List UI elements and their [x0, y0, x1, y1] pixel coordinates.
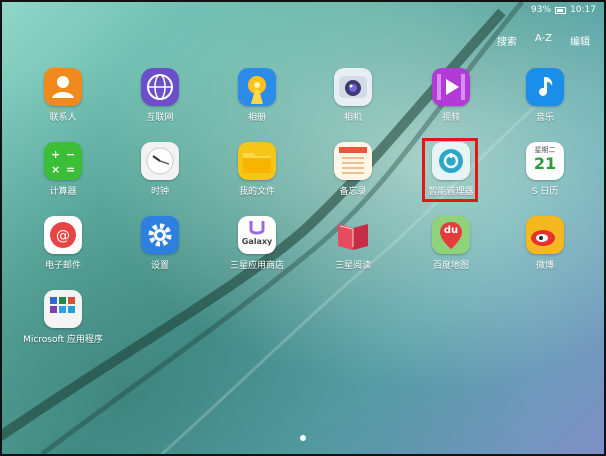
- smart-manager-highlight: [422, 138, 478, 202]
- calendar-day: 21: [533, 154, 557, 173]
- search-button[interactable]: 搜索: [497, 33, 517, 48]
- galaxy-store-wordmark: Galaxy: [241, 237, 273, 246]
- camera-icon: [334, 68, 372, 106]
- sort-az-button[interactable]: A-Z: [535, 33, 552, 48]
- contacts-icon: [44, 68, 82, 106]
- app-calculator[interactable]: + − × = 计算器: [18, 142, 108, 197]
- app-internet[interactable]: 互联网: [115, 68, 205, 123]
- settings-gear-icon: [141, 216, 179, 254]
- app-settings[interactable]: 设置: [115, 216, 205, 271]
- calendar-icon: 星期二 21: [526, 142, 564, 180]
- app-microsoft-folder[interactable]: Microsoft 应用程序: [18, 290, 108, 345]
- clock-time: 10:17: [570, 5, 596, 15]
- app-music[interactable]: 音乐: [500, 68, 590, 123]
- folder-icon: [238, 142, 276, 180]
- svg-text:@: @: [56, 228, 70, 244]
- app-samsung-reader[interactable]: 三星阅读: [308, 216, 398, 271]
- app-memo[interactable]: 备忘录: [308, 142, 398, 197]
- svg-text:−: −: [66, 148, 75, 161]
- home-screen: 93% 10:17 搜索 A-Z 编辑 联系人 互联网 相册 相机 视频 音乐 …: [0, 0, 606, 456]
- calculator-icon: + − × =: [44, 142, 82, 180]
- memo-notepad-icon: [334, 142, 372, 180]
- app-camera[interactable]: 相机: [308, 68, 398, 123]
- app-weibo[interactable]: 微博: [500, 216, 590, 271]
- app-clock[interactable]: 时钟: [115, 142, 205, 197]
- page-indicator-dot[interactable]: [300, 435, 306, 441]
- book-reader-icon: [334, 216, 372, 254]
- galaxy-store-icon: Galaxy: [238, 216, 276, 254]
- edit-button[interactable]: 编辑: [570, 33, 590, 48]
- app-s-calendar[interactable]: 星期二 21 S 日历: [500, 142, 590, 197]
- video-play-icon: [432, 68, 470, 106]
- status-bar: 93% 10:17: [531, 5, 596, 15]
- microsoft-apps-folder-icon: [44, 290, 82, 328]
- battery-icon: [555, 6, 567, 14]
- app-gallery[interactable]: 相册: [212, 68, 302, 123]
- internet-globe-icon: [141, 68, 179, 106]
- gallery-flower-icon: [238, 68, 276, 106]
- app-email[interactable]: @ 电子邮件: [18, 216, 108, 271]
- svg-text:×: ×: [51, 163, 60, 176]
- email-at-icon: @: [44, 216, 82, 254]
- map-pin-icon: du: [432, 216, 470, 254]
- app-galaxy-store[interactable]: Galaxy 三星应用商店: [212, 216, 302, 271]
- weibo-icon: [526, 216, 564, 254]
- app-video[interactable]: 视频: [406, 68, 496, 123]
- app-baidu-maps[interactable]: du 百度地图: [406, 216, 496, 271]
- music-note-icon: [526, 68, 564, 106]
- battery-level: 93%: [531, 5, 552, 15]
- baidu-logo-text: du: [443, 225, 459, 236]
- app-contacts[interactable]: 联系人: [18, 68, 108, 123]
- top-menu: 搜索 A-Z 编辑: [497, 33, 590, 48]
- clock-icon: [141, 142, 179, 180]
- svg-text:=: =: [66, 163, 75, 176]
- svg-text:+: +: [51, 148, 60, 161]
- app-my-files[interactable]: 我的文件: [212, 142, 302, 197]
